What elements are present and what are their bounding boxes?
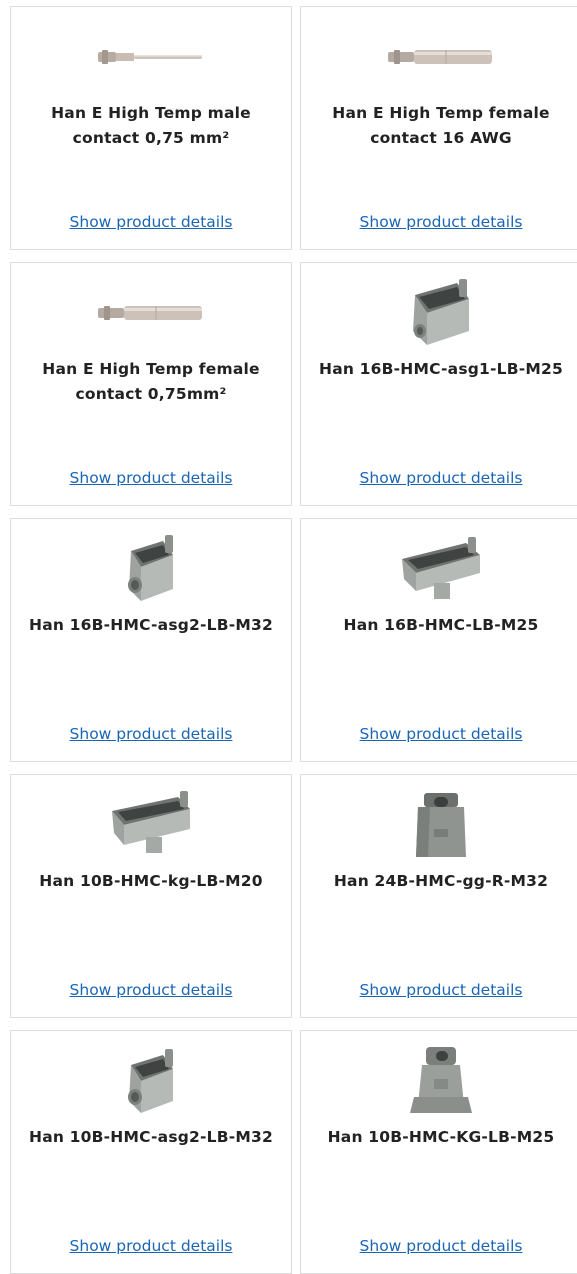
female-contact-pin-icon [11,271,291,355]
show-details-link[interactable]: Show product details [11,469,291,487]
hood-housing-icon [301,527,577,611]
product-card: Han 10B-HMC-kg-LB-M20 Show product detai… [10,774,292,1018]
product-title: Han 24B-HMC-gg-R-M32 [333,872,549,890]
product-card: Han 10B-HMC-KG-LB-M25 Show product detai… [300,1030,577,1274]
product-title: Han E High Temp female contact 16 AWG [332,104,550,147]
product-card: Han E High Temp male contact 0,75 mm² Sh… [10,6,292,250]
product-card: Han 16B-HMC-asg1-LB-M25 Show product det… [300,262,577,506]
show-details-link[interactable]: Show product details [11,1237,291,1255]
product-card: Han E High Temp female contact 0,75mm² S… [10,262,292,506]
product-title: Han 16B-HMC-asg1-LB-M25 [319,360,563,378]
product-card: Han 10B-HMC-asg2-LB-M32 Show product det… [10,1030,292,1274]
product-card: Han 16B-HMC-asg2-LB-M32 Show product det… [10,518,292,762]
hood-housing-icon [301,783,577,867]
product-title: Han 16B-HMC-asg2-LB-M32 [29,616,273,634]
product-title: Han 10B-HMC-KG-LB-M25 [327,1128,555,1146]
hood-housing-icon [11,1039,291,1123]
hood-housing-icon [11,783,291,867]
show-details-link[interactable]: Show product details [301,981,577,999]
product-title: Han 10B-HMC-kg-LB-M20 [39,872,263,890]
show-details-link[interactable]: Show product details [301,469,577,487]
female-contact-pin-icon [301,15,577,99]
show-details-link[interactable]: Show product details [301,1237,577,1255]
show-details-link[interactable]: Show product details [11,213,291,231]
hood-housing-icon [301,1039,577,1123]
product-card: Han 16B-HMC-LB-M25 Show product details [300,518,577,762]
product-title: Han E High Temp female contact 0,75mm² [42,360,260,403]
male-contact-pin-icon [11,15,291,99]
show-details-link[interactable]: Show product details [11,725,291,743]
show-details-link[interactable]: Show product details [301,213,577,231]
hood-housing-icon [11,527,291,611]
product-title: Han 16B-HMC-LB-M25 [343,616,539,634]
product-card: Han 24B-HMC-gg-R-M32 Show product detail… [300,774,577,1018]
hood-housing-icon [301,271,577,355]
show-details-link[interactable]: Show product details [301,725,577,743]
product-title: Han 10B-HMC-asg2-LB-M32 [29,1128,273,1146]
show-details-link[interactable]: Show product details [11,981,291,999]
product-card: Han E High Temp female contact 16 AWG Sh… [300,6,577,250]
product-title: Han E High Temp male contact 0,75 mm² [51,104,251,147]
